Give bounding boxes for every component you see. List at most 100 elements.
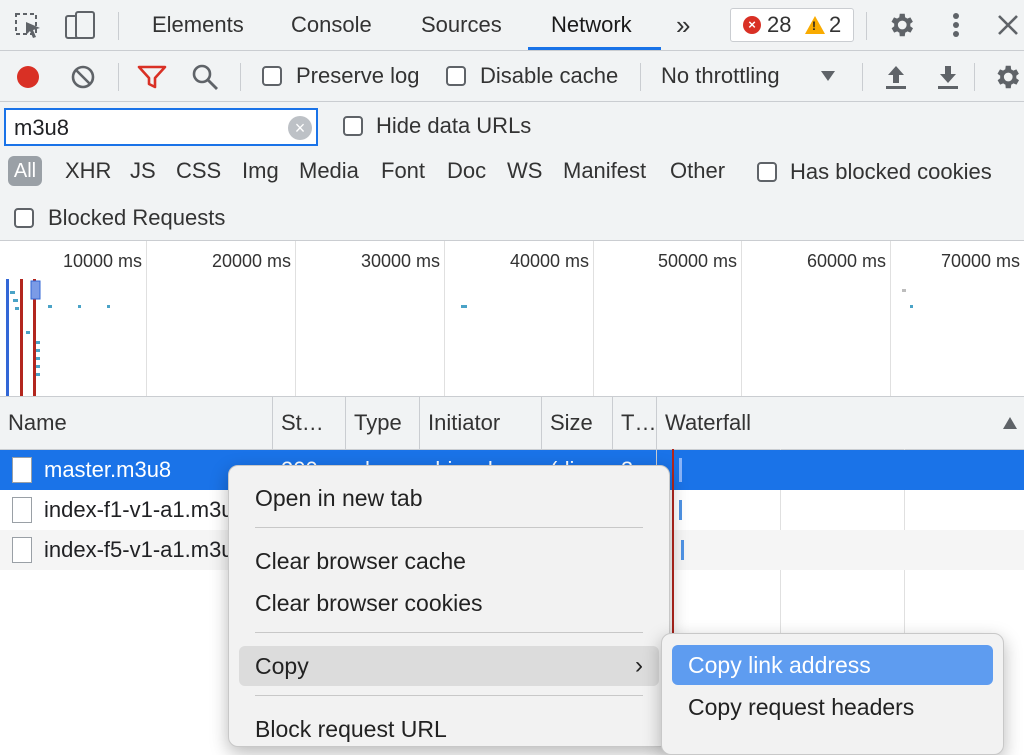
close-devtools-icon[interactable]: [996, 13, 1020, 37]
blocked-requests-checkbox[interactable]: [14, 208, 34, 228]
preserve-log-checkbox[interactable]: [262, 66, 282, 86]
column-header-initiator[interactable]: Initiator: [428, 397, 538, 449]
has-blocked-cookies-label: Has blocked cookies: [790, 159, 992, 184]
column-header-waterfall[interactable]: Waterfall: [665, 397, 965, 449]
network-settings-icon[interactable]: [992, 62, 1022, 92]
filter-bar: × Hide data URLs All XHR JS CSS Img Medi…: [0, 102, 1024, 241]
device-toolbar-icon[interactable]: [64, 10, 98, 40]
tab-sources[interactable]: Sources: [421, 0, 502, 50]
search-icon[interactable]: [191, 63, 219, 91]
network-toolbar: Preserve log Disable cache No throttling: [0, 51, 1024, 102]
menu-item-clear-browser-cache[interactable]: Clear browser cache: [239, 541, 659, 581]
column-resizer[interactable]: [345, 397, 346, 449]
filter-input-box: ×: [4, 108, 318, 146]
devtools-tab-bar: Elements Console Sources Network » × 28 …: [0, 0, 1024, 51]
column-header-size[interactable]: Size: [550, 397, 610, 449]
warning-icon: !: [805, 16, 825, 34]
type-filter-doc[interactable]: Doc: [447, 156, 486, 186]
menu-item-copy-link-address[interactable]: Copy link address: [672, 645, 993, 685]
tick-label: 70000 ms: [940, 251, 1020, 271]
type-filter-js[interactable]: JS: [130, 156, 156, 186]
menu-separator: [255, 527, 643, 528]
has-blocked-cookies-checkbox[interactable]: [757, 162, 777, 182]
menu-item-clear-browser-cookies[interactable]: Clear browser cookies: [239, 583, 659, 623]
column-header-type[interactable]: Type: [354, 397, 416, 449]
tab-elements[interactable]: Elements: [152, 0, 244, 50]
inspect-element-icon[interactable]: [14, 12, 44, 40]
menu-separator: [255, 632, 643, 633]
tick-label: 40000 ms: [509, 251, 589, 271]
filter-input[interactable]: [12, 113, 286, 143]
context-menu: Open in new tab Clear browser cache Clea…: [228, 465, 670, 747]
error-count: 28: [767, 12, 792, 37]
column-resizer[interactable]: [612, 397, 613, 449]
hide-data-urls-checkbox[interactable]: [343, 116, 363, 136]
type-filter-media[interactable]: Media: [299, 156, 359, 186]
network-overview[interactable]: 10000 ms 20000 ms 30000 ms 40000 ms 5000…: [0, 241, 1024, 397]
menu-item-copy-request-headers[interactable]: Copy request headers: [672, 687, 993, 727]
tab-network[interactable]: Network: [551, 0, 632, 50]
warning-count: 2: [829, 12, 842, 37]
more-options-icon[interactable]: [946, 10, 966, 40]
column-header-status[interactable]: St…: [281, 397, 341, 449]
toolbar-divider: [862, 63, 863, 91]
column-header-name[interactable]: Name: [8, 397, 268, 449]
menu-separator: [255, 695, 643, 696]
preserve-log-label: Preserve log: [296, 63, 420, 88]
column-header-time[interactable]: T…: [621, 397, 655, 449]
column-resizer[interactable]: [656, 397, 657, 449]
import-har-icon[interactable]: [884, 63, 908, 91]
waterfall-bar: [681, 540, 684, 560]
tick-label: 20000 ms: [211, 251, 291, 271]
column-resizer[interactable]: [272, 397, 273, 449]
more-tabs-chevron[interactable]: »: [676, 0, 690, 50]
file-icon: [12, 457, 32, 483]
type-filter-img[interactable]: Img: [242, 156, 279, 186]
tick-label: 10000 ms: [62, 251, 142, 271]
toolbar-divider: [118, 12, 119, 40]
clear-log-icon[interactable]: [69, 63, 97, 91]
error-icon: ×: [743, 16, 761, 34]
menu-item-copy[interactable]: Copy ›: [239, 646, 659, 686]
type-filter-all[interactable]: All: [8, 156, 42, 186]
throttling-select[interactable]: No throttling: [661, 63, 780, 89]
menu-item-block-request-url[interactable]: Block request URL: [239, 709, 659, 749]
export-har-icon[interactable]: [936, 63, 960, 91]
toolbar-divider: [240, 63, 241, 91]
type-filter-css[interactable]: CSS: [176, 156, 221, 186]
hide-data-urls-label: Hide data URLs: [376, 113, 532, 138]
request-table-header: Name St… Type Initiator Size T… Waterfal…: [0, 397, 1024, 450]
column-resizer[interactable]: [419, 397, 420, 449]
file-icon: [12, 497, 32, 523]
waterfall-bar: [679, 500, 682, 520]
clear-filter-icon[interactable]: ×: [288, 116, 312, 140]
sort-ascending-icon[interactable]: [1002, 416, 1018, 430]
type-filter-manifest[interactable]: Manifest: [563, 156, 646, 186]
blocked-requests-label: Blocked Requests: [48, 205, 226, 230]
column-resizer[interactable]: [541, 397, 542, 449]
chevron-right-icon: ›: [635, 652, 643, 679]
active-tab-indicator: [528, 47, 661, 50]
toolbar-divider: [640, 63, 641, 91]
waterfall-bar: [679, 458, 682, 482]
tick-label: 50000 ms: [657, 251, 737, 271]
filter-icon[interactable]: [137, 64, 167, 90]
type-filter-font[interactable]: Font: [381, 156, 425, 186]
toolbar-divider: [118, 63, 119, 91]
overview-activity-graph: [6, 279, 913, 396]
toolbar-divider: [866, 12, 867, 40]
issues-counter[interactable]: × 28 ! 2: [730, 8, 854, 42]
tab-console[interactable]: Console: [291, 0, 372, 50]
disable-cache-label: Disable cache: [480, 63, 619, 88]
menu-item-open-in-new-tab[interactable]: Open in new tab: [239, 478, 659, 518]
menu-item-copy-label: Copy: [255, 653, 309, 679]
type-filter-xhr[interactable]: XHR: [65, 156, 111, 186]
chevron-down-icon[interactable]: [820, 69, 836, 83]
type-filter-ws[interactable]: WS: [507, 156, 542, 186]
disable-cache-checkbox[interactable]: [446, 66, 466, 86]
type-filter-other[interactable]: Other: [670, 156, 725, 186]
tick-label: 60000 ms: [806, 251, 886, 271]
settings-gear-icon[interactable]: [886, 10, 916, 40]
record-icon[interactable]: [14, 63, 42, 91]
tick-label: 30000 ms: [360, 251, 440, 271]
